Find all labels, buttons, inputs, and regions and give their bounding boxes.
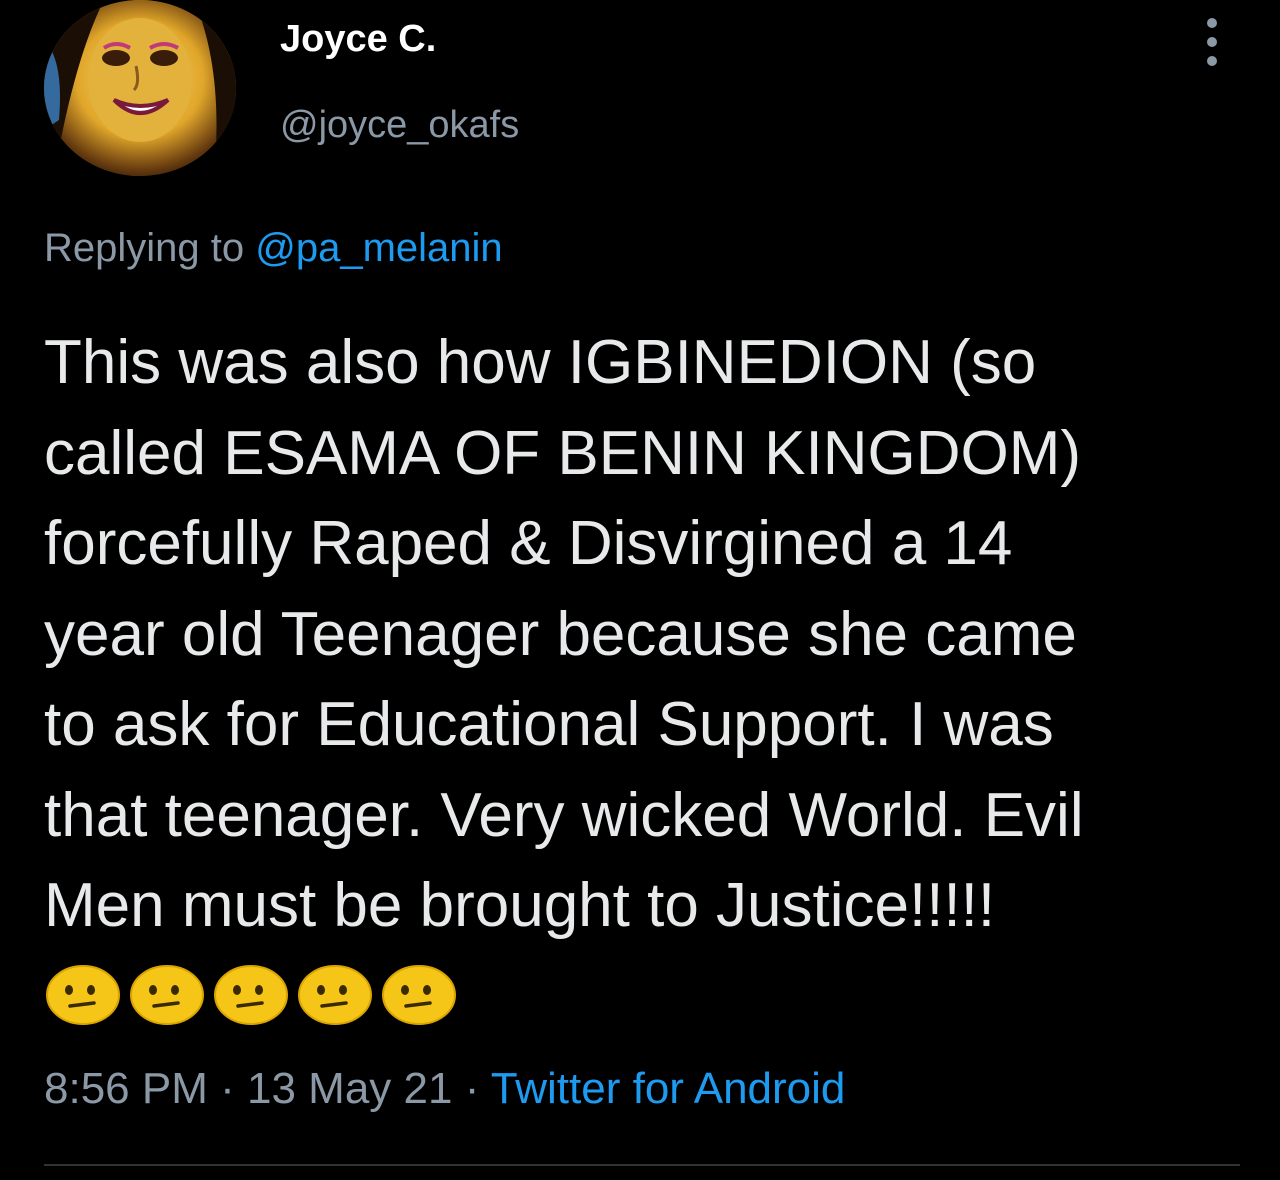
avatar-image <box>44 0 236 176</box>
divider <box>44 1164 1240 1166</box>
confused-face-icon <box>214 965 288 1025</box>
tweet-meta: 8:56 PM · 13 May 21 · Twitter for Androi… <box>44 1064 845 1114</box>
handle[interactable]: @joyce_okafs <box>280 104 519 147</box>
tweet-text-line: Men must be brought to Justice!!!!! <box>44 871 996 940</box>
tweet-text-line: forcefully Raped & Disvirgined a 14 <box>44 509 1013 578</box>
confused-face-icon <box>46 965 120 1025</box>
more-vertical-icon-dot <box>1207 56 1217 66</box>
avatar[interactable] <box>44 0 236 176</box>
tweet-date[interactable]: 13 May 21 <box>247 1064 452 1113</box>
replying-to-label: Replying to <box>44 226 245 270</box>
more-vertical-icon-dot <box>1207 37 1217 47</box>
more-vertical-icon <box>1207 18 1217 28</box>
tweet-text-line: to ask for Educational Support. I was <box>44 690 1054 759</box>
tweet-source-link[interactable]: Twitter for Android <box>491 1064 846 1113</box>
confused-face-icon <box>382 965 456 1025</box>
tweet-time[interactable]: 8:56 PM <box>44 1064 208 1113</box>
tweet-text-line: year old Teenager because she came <box>44 599 1077 669</box>
meta-separator: · <box>220 1064 235 1113</box>
tweet-text: This was also how IGBINEDION (so called … <box>44 318 1244 952</box>
replying-to: Replying to @pa_melanin <box>44 226 503 271</box>
reply-mention-link[interactable]: @pa_melanin <box>255 226 502 270</box>
tweet-text-line: called ESAMA OF BENIN KINGDOM) <box>44 418 1081 488</box>
tweet: Joyce C. @joyce_okafs Replying to @pa_me… <box>0 0 1280 1180</box>
more-options-button[interactable] <box>1192 16 1232 68</box>
confused-face-icon <box>130 965 204 1025</box>
tweet-text-line: This was also how IGBINEDION (so <box>44 328 1037 397</box>
emoji-row <box>44 960 458 1026</box>
confused-face-icon <box>298 965 372 1025</box>
meta-separator: · <box>464 1064 480 1113</box>
tweet-text-line: that teenager. Very wicked World. Evil <box>44 780 1084 850</box>
display-name[interactable]: Joyce C. <box>280 18 436 61</box>
